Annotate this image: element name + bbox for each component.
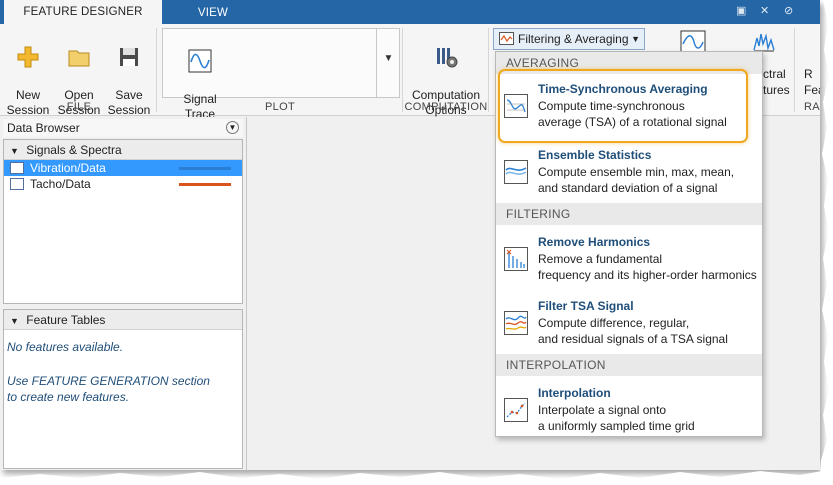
chevron-down-icon: ▼ [631,34,640,44]
save-disk-icon [120,48,138,66]
menu-item-remove-harmonics[interactable]: Remove Harmonics Remove a fundamental fr… [496,235,762,287]
torn-edge-bottom [0,469,833,485]
feature-tables-panel: ▼ Feature Tables No features available. … [3,309,243,469]
signal-name: Tacho/Data [30,177,91,191]
signals-panel: ▼ Signals & Spectra Vibration/Data Tacho… [3,139,243,304]
signal-waveform-icon [10,178,24,190]
app-window: FEATURE DESIGNER VIEW ▣ ✕ ⊘ New Session … [0,0,820,470]
file-section-label: FILE [66,101,92,113]
signal-waveform-icon [10,162,24,174]
plot-section-label: PLOT [265,101,295,113]
collapse-triangle-icon: ▼ [10,316,19,326]
separator [156,28,157,112]
tab-feature-designer[interactable]: FEATURE DESIGNER [4,0,162,24]
menu-item-description: Interpolate a signal onto a uniformly sa… [538,403,695,433]
feature-tables-header[interactable]: ▼ Feature Tables [4,310,242,330]
computation-section-label: COMPUTATION [404,101,488,113]
filtering-averaging-dropdown[interactable]: Filtering & Averaging ▼ [493,28,645,50]
menu-item-description: Compute time-synchronous average (TSA) o… [538,99,727,129]
menu-item-title: Ensemble Statistics [538,148,652,162]
signals-group-header[interactable]: ▼ Signals & Spectra [4,140,242,160]
close-icon[interactable]: ✕ [760,4,769,17]
collapse-triangle-icon: ▼ [10,146,19,156]
menu-item-description: Compute ensemble min, max, mean, and sta… [538,165,735,195]
separator [402,28,403,112]
menu-item-description: Remove a fundamental frequency and its h… [538,252,757,282]
harmonics-icon [504,247,528,271]
gallery-expand-icon[interactable]: ▼ [376,28,400,98]
menu-item-title: Interpolation [538,386,611,400]
signal-row[interactable]: Vibration/Data [4,160,242,176]
feature-tables-label: Feature Tables [26,313,106,327]
data-browser-header: Data Browser ▼ [3,119,243,137]
filtering-icon [499,32,514,45]
tab-view[interactable]: VIEW [170,2,256,24]
filter-tsa-icon [504,311,528,335]
folder-icon [68,50,90,67]
help-icon[interactable]: ⊘ [784,4,793,17]
spectral-features-label-partial: ctral [763,67,786,81]
menu-section-interpolation: INTERPOLATION [496,354,762,376]
feature-hint-message: Use FEATURE GENERATION section to create… [7,374,210,404]
interpolation-icon [504,398,528,422]
menu-item-filter-tsa-signal[interactable]: Filter TSA Signal Compute difference, re… [496,299,762,351]
ranking-tool-label-partial-2: Feat [804,83,820,97]
menu-item-description: Compute difference, regular, and residua… [538,316,728,346]
restore-icon[interactable]: ▣ [736,4,746,17]
ranking-section-label-partial: RAN [804,101,820,113]
tab-bar: FEATURE DESIGNER VIEW ▣ ✕ ⊘ [0,0,820,24]
pane-menu-icon[interactable]: ▼ [226,121,239,134]
menu-section-filtering: FILTERING [496,203,762,225]
ranking-tool-label-partial: R [804,67,813,81]
menu-item-title: Filter TSA Signal [538,299,634,313]
menu-item-title: Time-Synchronous Averaging [538,82,708,96]
filtering-averaging-menu: AVERAGING Time-Synchronous Averaging Com… [495,51,763,437]
signals-group-label: Signals & Spectra [26,143,122,157]
plus-icon [17,46,39,68]
signal-name: Vibration/Data [30,161,106,175]
ensemble-icon [504,160,528,184]
menu-item-title: Remove Harmonics [538,235,651,249]
computation-gear-icon [437,48,458,68]
data-browser-title: Data Browser [7,121,80,135]
signal-color-swatch [179,167,231,170]
menu-item-interpolation[interactable]: Interpolation Interpolate a signal onto … [496,386,762,438]
spectral-features-label-partial-2: tures [763,83,790,97]
data-browser-pane: Data Browser ▼ ▼ Signals & Spectra Vibra… [0,117,246,470]
tsa-icon [504,94,528,118]
separator [794,28,795,112]
menu-item-ensemble-statistics[interactable]: Ensemble Statistics Compute ensemble min… [496,148,762,200]
torn-edge-right [819,0,833,485]
filtering-averaging-label: Filtering & Averaging [518,32,629,46]
menu-item-time-synchronous-averaging[interactable]: Time-Synchronous Averaging Compute time-… [496,82,762,142]
signal-row[interactable]: Tacho/Data [4,176,242,192]
menu-section-averaging: AVERAGING [496,52,762,74]
separator [488,28,489,112]
signal-color-swatch [179,183,231,186]
no-features-message: No features available. [7,340,124,354]
signal-trace-icon [188,49,212,73]
